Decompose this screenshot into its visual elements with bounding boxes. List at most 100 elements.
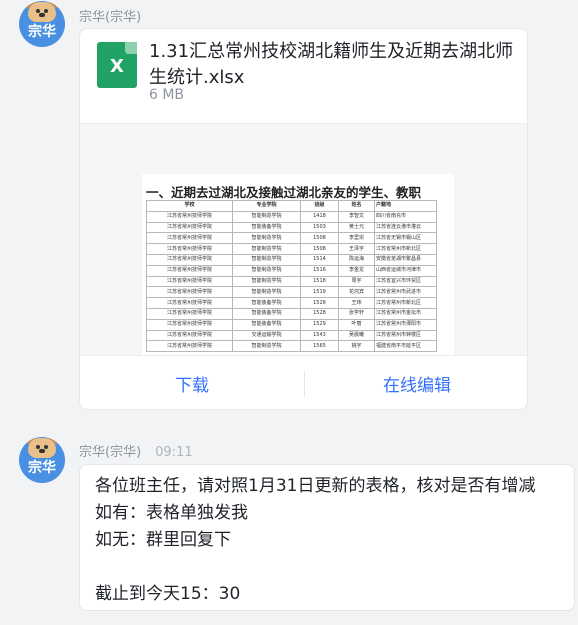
file-name[interactable]: 1.31汇总常州技校湖北籍师生及近期去湖北师生统计.xlsx xyxy=(149,39,519,91)
table-cell: 1503 xyxy=(300,221,339,234)
sheet-title: 一、近期去过湖北及接触过湖北亲友的学生、教职 xyxy=(146,185,422,200)
file-preview[interactable]: 一、近期去过湖北及接触过湖北亲友的学生、教职 学校 专业学院 班级 姓名 户籍地 江苏省… xyxy=(80,123,527,358)
table-row: 江苏省常州技师学院 智能装备学院 1528 张学轩 江苏省常州市金坛市 xyxy=(146,307,437,320)
table-cell: 江苏省常州技师学院 xyxy=(146,297,233,309)
message-line: 如无：群里回复下 xyxy=(95,530,231,550)
message-line: 截止到今天15：30 xyxy=(95,584,241,604)
sender-name: 宗华(宗华) 09:11 xyxy=(79,441,193,460)
table-cell: 江苏省常州市武进市 xyxy=(374,286,437,299)
file-actions: 下载 在线编辑 xyxy=(80,355,527,409)
table-header-row: 学校 专业学院 班级 姓名 户籍地 xyxy=(146,200,437,212)
table-cell: 福建省南平市延平区 xyxy=(374,340,437,353)
table-cell: 1565 xyxy=(300,340,339,353)
sender-name-text: 宗华(宗华) xyxy=(79,10,142,25)
table-cell: 智能装备学院 xyxy=(232,318,301,331)
table-cell: 四川省南充市 xyxy=(374,210,437,223)
file-size: 6 MB xyxy=(149,87,185,103)
table-cell: 江苏省常州技师学院 xyxy=(146,243,233,255)
spreadsheet-preview: 一、近期去过湖北及接触过湖北亲友的学生、教职 学校 专业学院 班级 姓名 户籍地 江苏省… xyxy=(142,174,454,358)
text-message-bubble[interactable]: 各位班主任，请对照1月31日更新的表格，核对是否有增减 如有：表格单独发我 如无… xyxy=(79,464,575,611)
table-cell: 姚宇 xyxy=(338,340,375,353)
table-cell: 江苏省常州技师学院 xyxy=(146,221,233,234)
table-cell: 李智文 xyxy=(338,210,375,223)
table-row: 江苏省常州技师学院 智能装备学院 1529 叶丽 江苏省常州市溧阳市 xyxy=(146,318,437,331)
table-cell: 江苏省无锡市锡山区 xyxy=(374,232,437,245)
table-cell: 智能制造学院 xyxy=(232,253,301,266)
table-cell: 江苏省常州市金坛市 xyxy=(374,307,437,320)
table-cell: 安徽省芜湖市繁昌县 xyxy=(374,253,437,266)
avatar-text: 宗华 xyxy=(28,460,56,476)
download-button[interactable]: 下载 xyxy=(80,371,304,396)
sender-avatar[interactable]: 宗华 xyxy=(19,437,65,483)
avatar-dog-face xyxy=(28,438,56,458)
table-row: 江苏省常州技师学院 智能装备学院 1503 黄士元 江苏省连云港市灌云 xyxy=(146,221,437,234)
table-body: 江苏省常州技师学院 智能制造学院 1418 李智文 四川省南充市 江苏省常州技师学院 智能装… xyxy=(146,210,437,353)
table-cell: 1543 xyxy=(300,329,339,342)
table-cell: 江苏省常州市新北区 xyxy=(374,243,437,255)
table-cell: 李里宗 xyxy=(338,232,375,245)
table-cell: 黄士元 xyxy=(338,221,375,234)
table-cell: 智能装备学院 xyxy=(232,297,301,309)
file-corner-fold xyxy=(125,42,137,54)
table-row: 江苏省常州技师学院 智能制造学院 1508 李里宗 江苏省无锡市锡山区 xyxy=(146,232,437,245)
table-cell: 江苏省常州技师学院 xyxy=(146,253,233,266)
table-cell: 江苏省常州技师学院 xyxy=(146,275,233,288)
table-cell: 智能制造学院 xyxy=(232,210,301,223)
file-header[interactable]: X 1.31汇总常州技校湖北籍师生及近期去湖北师生统计.xlsx 6 MB xyxy=(80,29,527,121)
table-cell: 江苏省常州市溧阳市 xyxy=(374,318,437,331)
file-message-card[interactable]: X 1.31汇总常州技校湖北籍师生及近期去湖北师生统计.xlsx 6 MB 一、… xyxy=(79,28,528,410)
avatar-text: 宗华 xyxy=(28,24,56,40)
table-row: 江苏省常州技师学院 智能制造学院 1519 花鸿宾 江苏省常州市武进市 xyxy=(146,286,437,299)
table-cell: 江苏省常州技师学院 xyxy=(146,329,233,342)
avatar-eye xyxy=(44,445,48,449)
table-cell: 山西省运城市河津市 xyxy=(374,264,437,277)
avatar-nose xyxy=(39,449,45,453)
table-cell: 智能制造学院 xyxy=(232,340,301,353)
table-cell: 智能制造学院 xyxy=(232,264,301,277)
table-cell: 江苏省常州技师学院 xyxy=(146,307,233,320)
table-cell: 江苏省常州技师学院 xyxy=(146,210,233,223)
table-header-cell: 户籍地 xyxy=(374,200,437,212)
table-cell: 吴晨曦 xyxy=(338,329,375,342)
table-row: 江苏省常州技师学院 智能制造学院 1418 李智文 四川省南充市 xyxy=(146,210,437,223)
table-cell: 1518 xyxy=(300,275,339,288)
table-row: 江苏省常州技师学院 交通运输学院 1543 吴晨曦 江苏省常州市钟楼区 xyxy=(146,329,437,342)
message-line: 如有：表格单独发我 xyxy=(95,503,248,523)
excel-icon-letter: X xyxy=(110,56,124,77)
table-cell: 江苏省常州市钟楼区 xyxy=(374,329,437,342)
table-header-cell: 专业学院 xyxy=(232,200,301,212)
table-row: 江苏省常州技师学院 智能制造学院 1518 周宇 江苏省宜兴市环贸区 xyxy=(146,275,437,288)
table-cell: 1508 xyxy=(300,232,339,245)
sender-avatar[interactable]: 宗华 xyxy=(19,1,65,47)
table-cell: 1528 xyxy=(300,297,339,309)
table-cell: 张学轩 xyxy=(338,307,375,320)
table-cell: 江苏省常州技师学院 xyxy=(146,264,233,277)
online-edit-button[interactable]: 在线编辑 xyxy=(305,371,527,396)
table-cell: 智能装备学院 xyxy=(232,307,301,320)
table-cell: 周宇 xyxy=(338,275,375,288)
table-cell: 智能制造学院 xyxy=(232,232,301,245)
table-cell: 智能制造学院 xyxy=(232,286,301,299)
avatar-nose xyxy=(39,13,45,17)
table-cell: 1516 xyxy=(300,264,339,277)
table-cell: 王泽宇 xyxy=(338,243,375,255)
table-row: 江苏省常州技师学院 智能制造学院 1565 姚宇 福建省南平市延平区 xyxy=(146,340,437,353)
table-row: 江苏省常州技师学院 智能制造学院 1508 王泽宇 江苏省常州市新北区 xyxy=(146,243,437,255)
table-cell: 智能制造学院 xyxy=(232,243,301,255)
sender-name-text: 宗华(宗华) xyxy=(79,445,142,460)
table-cell: 江苏省常州技师学院 xyxy=(146,232,233,245)
table-header-cell: 班级 xyxy=(300,200,339,212)
table-cell: 智能装备学院 xyxy=(232,221,301,234)
table-cell: 智能制造学院 xyxy=(232,275,301,288)
table-cell: 陈运海 xyxy=(338,253,375,266)
table-cell: 江苏省常州技师学院 xyxy=(146,318,233,331)
table-cell: 李金龙 xyxy=(338,264,375,277)
sender-name: 宗华(宗华) xyxy=(79,6,141,25)
table-row: 江苏省常州技师学院 智能制造学院 1516 李金龙 山西省运城市河津市 xyxy=(146,264,437,277)
table-cell: 江苏省连云港市灌云 xyxy=(374,221,437,234)
table-cell: 1418 xyxy=(300,210,339,223)
table-header-cell: 学校 xyxy=(146,200,233,212)
table-cell: 王玮 xyxy=(338,297,375,309)
avatar-eye xyxy=(44,9,48,13)
table-cell: 1508 xyxy=(300,243,339,255)
